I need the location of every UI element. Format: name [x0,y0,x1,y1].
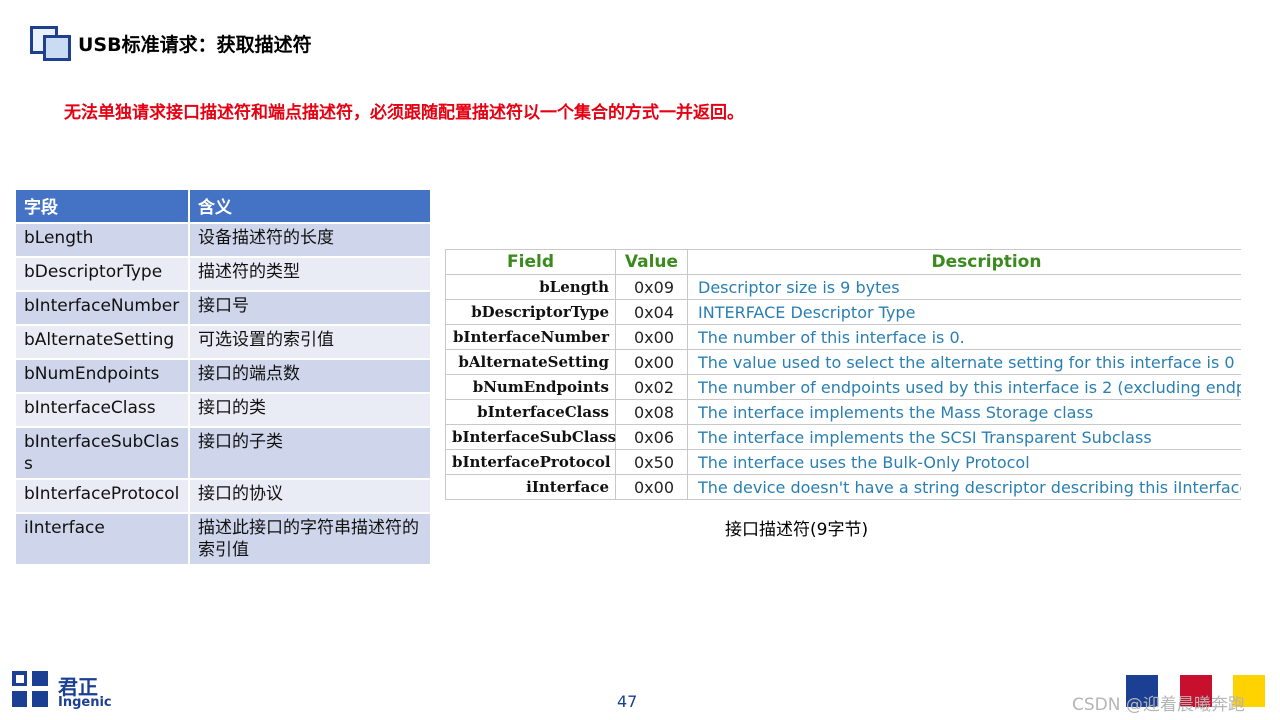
logo-text-en: Ingenic [58,695,112,710]
field-cell: bLength [16,224,190,258]
field-cell: bInterfaceProtocol [445,449,616,475]
value-cell: 0x09 [615,274,688,300]
field-cell: bNumEndpoints [16,360,190,394]
table-row: bInterfaceSubClass 接口的子类 [16,428,430,480]
slide-title: USB标准请求：获取描述符 [78,34,312,56]
value-cell: 0x02 [615,374,688,400]
column-header-description: Description [687,249,1241,275]
meaning-cell: 可选设置的索引值 [190,326,430,360]
table-row: bInterfaceProtocol 0x50 The interface us… [445,449,1241,475]
description-cell: The value used to select the alternate s… [687,349,1241,375]
column-header-field: Field [445,249,616,275]
meaning-cell: 接口的协议 [190,480,430,514]
field-cell: bDescriptorType [445,299,616,325]
table-row: iInterface 0x00 The device doesn't have … [445,474,1241,500]
notice-text: 无法单独请求接口描述符和端点描述符，必须跟随配置描述符以一个集合的方式一并返回。 [64,103,744,123]
field-cell: bAlternateSetting [16,326,190,360]
field-cell: bAlternateSetting [445,349,616,375]
description-cell: The device doesn't have a string descrip… [687,474,1241,500]
interface-descriptor-table-en: Field Value Description bLength 0x09 Des… [445,249,1241,500]
description-cell: The number of this interface is 0. [687,324,1241,350]
table-row: bInterfaceProtocol 接口的协议 [16,480,430,514]
meaning-cell: 描述符的类型 [190,258,430,292]
table-row: bInterfaceClass 接口的类 [16,394,430,428]
field-cell: bInterfaceClass [16,394,190,428]
company-logo: 君正 Ingenic [12,671,132,711]
description-cell: The number of endpoints used by this int… [687,374,1241,400]
meaning-cell: 接口的类 [190,394,430,428]
table-header-row: 字段 含义 [16,190,430,224]
table-row: bInterfaceSubClass 0x06 The interface im… [445,424,1241,450]
table-row: bNumEndpoints 0x02 The number of endpoin… [445,374,1241,400]
page-number: 47 [617,692,638,711]
description-cell: The interface implements the Mass Storag… [687,399,1241,425]
meaning-cell: 接口的子类 [190,428,430,480]
field-cell: bInterfaceNumber [16,292,190,326]
value-cell: 0x06 [615,424,688,450]
table-row: bDescriptorType 0x04 INTERFACE Descripto… [445,299,1241,325]
value-cell: 0x00 [615,474,688,500]
watermark-text: CSDN @迎着晨曦奔跑 [1072,695,1245,715]
table-row: bInterfaceClass 0x08 The interface imple… [445,399,1241,425]
ingenic-logo-icon [12,671,48,707]
meaning-cell: 描述此接口的字符串描述符的索引值 [190,514,430,566]
column-header-value: Value [615,249,688,275]
value-cell: 0x04 [615,299,688,325]
table-header-row: Field Value Description [445,249,1241,275]
table-row: bAlternateSetting 0x00 The value used to… [445,349,1241,375]
field-cell: bLength [445,274,616,300]
field-cell: bInterfaceProtocol [16,480,190,514]
slide-title-icon [30,26,71,61]
table-row: bNumEndpoints 接口的端点数 [16,360,430,394]
interface-descriptor-table-cn: 字段 含义 bLength 设备描述符的长度 bDescriptorType 描… [16,190,430,566]
field-cell: iInterface [445,474,616,500]
table-row: iInterface 描述此接口的字符串描述符的索引值 [16,514,430,566]
table-row: bInterfaceNumber 0x00 The number of this… [445,324,1241,350]
description-cell: The interface implements the SCSI Transp… [687,424,1241,450]
field-cell: bInterfaceClass [445,399,616,425]
meaning-cell: 设备描述符的长度 [190,224,430,258]
field-cell: bNumEndpoints [445,374,616,400]
table-row: bLength 设备描述符的长度 [16,224,430,258]
table-row: bInterfaceNumber 接口号 [16,292,430,326]
description-cell: INTERFACE Descriptor Type [687,299,1241,325]
meaning-cell: 接口的端点数 [190,360,430,394]
value-cell: 0x00 [615,349,688,375]
value-cell: 0x50 [615,449,688,475]
meaning-cell: 接口号 [190,292,430,326]
field-cell: bInterfaceSubClass [16,428,190,480]
table-row: bDescriptorType 描述符的类型 [16,258,430,292]
value-cell: 0x00 [615,324,688,350]
field-cell: bInterfaceNumber [445,324,616,350]
field-cell: iInterface [16,514,190,566]
table-row: bAlternateSetting 可选设置的索引值 [16,326,430,360]
description-cell: Descriptor size is 9 bytes [687,274,1241,300]
column-header-meaning: 含义 [190,190,430,224]
interface-descriptor-table-en-container: Field Value Description bLength 0x09 Des… [445,249,1241,509]
field-cell: bDescriptorType [16,258,190,292]
table-row: bLength 0x09 Descriptor size is 9 bytes [445,274,1241,300]
description-cell: The interface uses the Bulk-Only Protoco… [687,449,1241,475]
value-cell: 0x08 [615,399,688,425]
column-header-field: 字段 [16,190,190,224]
table-caption: 接口描述符(9字节) [725,520,869,540]
field-cell: bInterfaceSubClass [445,424,616,450]
